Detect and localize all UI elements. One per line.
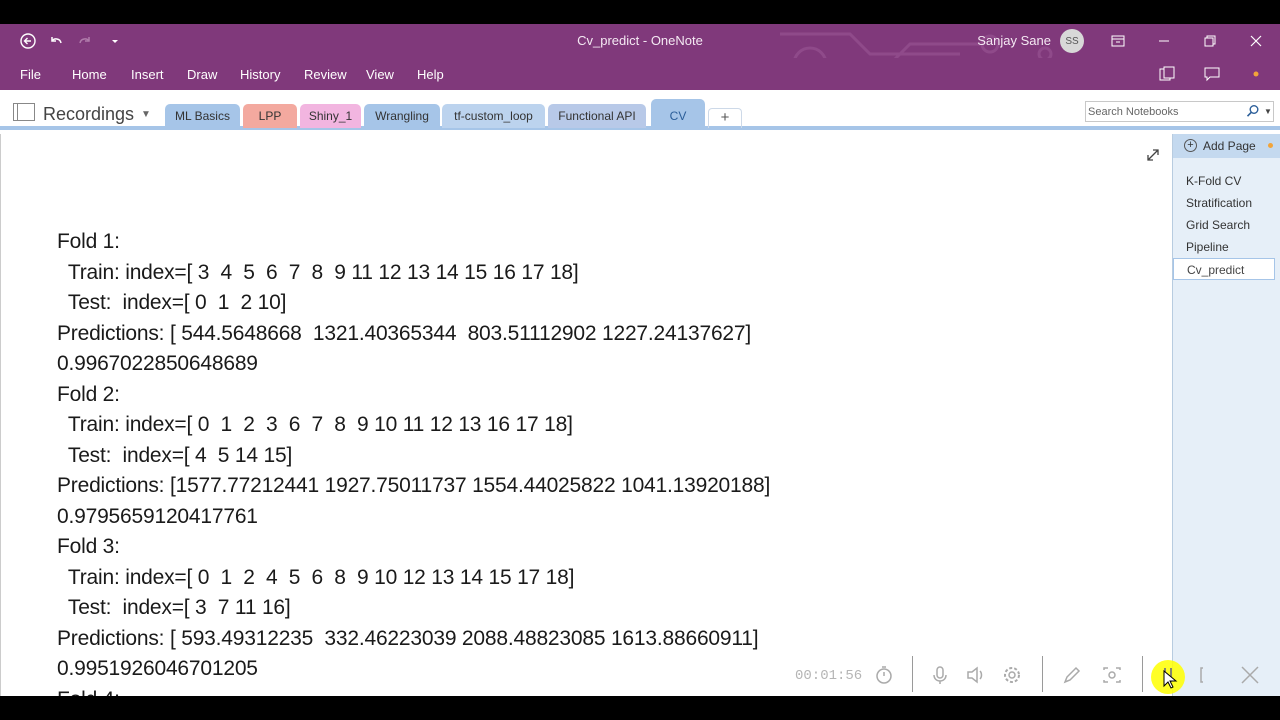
note-line[interactable]: Train: index=[ 0 1 2 4 5 6 8 9 10 12 13 …	[57, 566, 575, 590]
notebook-icon	[13, 103, 35, 121]
ribbon-tabs: File Home Insert Draw History Review Vie…	[0, 58, 1280, 90]
note-line[interactable]: Predictions: [ 544.5648668 1321.40365344…	[57, 322, 751, 346]
note-line[interactable]: Train: index=[ 0 1 2 3 6 7 8 9 10 11 12 …	[57, 413, 573, 437]
tab-view[interactable]: View	[366, 67, 394, 82]
note-line[interactable]: Test: index=[ 4 5 14 15]	[57, 444, 292, 468]
window-title: Cv_predict - OneNote	[577, 33, 703, 48]
section-tab[interactable]: ML Basics	[165, 104, 240, 128]
note-line[interactable]: Test: index=[ 3 7 11 16]	[57, 596, 291, 620]
close-icon	[1250, 35, 1262, 47]
note-line[interactable]: Fold 2:	[57, 383, 120, 407]
onenote-window: Cv_predict - OneNote Sanjay Sane SS File…	[0, 24, 1280, 696]
page-item[interactable]: Grid Search	[1173, 214, 1275, 236]
ribbon-display-icon	[1111, 35, 1125, 47]
tab-home[interactable]: Home	[72, 67, 107, 82]
note-line[interactable]: Test: index=[ 0 1 2 10]	[57, 291, 287, 315]
feedback-button[interactable]	[1244, 64, 1268, 84]
restore-icon	[1204, 35, 1216, 47]
user-name[interactable]: Sanjay Sane	[977, 33, 1051, 48]
avatar[interactable]: SS	[1060, 29, 1084, 53]
page-list-pane: + Add Page K-Fold CV Stratification Grid S…	[1172, 134, 1280, 696]
stopwatch-icon[interactable]	[873, 664, 895, 686]
comment-icon	[1204, 67, 1220, 82]
pages-icon	[1159, 66, 1175, 81]
add-page-button[interactable]: + Add Page	[1173, 134, 1280, 158]
separator	[912, 656, 913, 692]
close-button[interactable]	[1242, 29, 1270, 53]
tab-history[interactable]: History	[240, 67, 280, 82]
note-line[interactable]: Predictions: [ 593.49312235 332.46223039…	[57, 627, 759, 651]
note-line[interactable]: Fold 4:	[57, 688, 120, 697]
search-icon[interactable]	[1246, 104, 1260, 118]
note-line[interactable]: Fold 3:	[57, 535, 120, 559]
title-bar: Cv_predict - OneNote Sanjay Sane SS	[0, 24, 1280, 82]
tab-insert[interactable]: Insert	[131, 67, 164, 82]
mouse-pointer-icon	[1163, 670, 1178, 689]
section-tab[interactable]: Shiny_1	[300, 104, 361, 128]
section-tab[interactable]: Functional API	[548, 104, 646, 128]
ribbon-display-button[interactable]	[1104, 29, 1132, 53]
tab-help[interactable]: Help	[417, 67, 444, 82]
pen-icon[interactable]	[1061, 664, 1083, 686]
section-bar: Recordings ▼ ML Basics LPP Shiny_1 Wranglin…	[0, 90, 1280, 130]
restore-button[interactable]	[1196, 29, 1224, 53]
section-tab[interactable]: Wrangling	[364, 104, 440, 128]
comments-button[interactable]	[1200, 64, 1224, 84]
search-box: ▼	[1085, 101, 1274, 122]
camera-frame-icon[interactable]	[1101, 664, 1123, 686]
page-item[interactable]: K-Fold CV	[1173, 170, 1275, 192]
page-item[interactable]: Stratification	[1173, 192, 1275, 214]
page-item[interactable]: Pipeline	[1173, 236, 1275, 258]
separator	[1042, 656, 1043, 692]
add-section-button[interactable]: +	[708, 108, 742, 128]
tab-draw[interactable]: Draw	[187, 67, 217, 82]
gear-icon[interactable]	[1001, 664, 1023, 686]
tab-review[interactable]: Review	[304, 67, 347, 82]
note-line[interactable]: Train: index=[ 3 4 5 6 7 8 9 11 12 13 14…	[57, 261, 579, 285]
note-line[interactable]: 0.9967022850648689	[57, 352, 258, 376]
add-page-label: Add Page	[1203, 139, 1256, 153]
speaker-icon[interactable]	[965, 664, 987, 686]
expand-icon[interactable]	[1144, 146, 1162, 164]
recorder-toolbar: 00:01:56	[780, 652, 1280, 696]
section-tab[interactable]: tf-custom_loop	[442, 104, 545, 128]
search-input[interactable]	[1088, 104, 1238, 119]
status-dot-icon	[1268, 143, 1273, 148]
chevron-down-icon[interactable]: ▼	[1264, 107, 1272, 116]
close-recorder-icon[interactable]	[1239, 664, 1261, 686]
add-icon: +	[1184, 139, 1197, 152]
separator	[1142, 656, 1143, 692]
notebook-name[interactable]: Recordings	[43, 104, 134, 125]
page-canvas[interactable]: Fold 1: Train: index=[ 3 4 5 6 7 8 9 11 …	[0, 134, 1172, 696]
notebook-list-button[interactable]	[1156, 64, 1180, 84]
minimize-icon	[1159, 40, 1169, 42]
section-tab[interactable]: CV	[651, 99, 705, 128]
chevron-down-icon[interactable]: ▼	[141, 109, 151, 120]
page-item[interactable]: Cv_predict	[1173, 258, 1275, 280]
tab-file[interactable]: File	[20, 67, 41, 82]
microphone-icon[interactable]	[929, 664, 951, 686]
notification-dot-icon	[1253, 71, 1259, 77]
stop-icon[interactable]	[1195, 664, 1217, 686]
note-line[interactable]: 0.9951926046701205	[57, 657, 258, 681]
minimize-button[interactable]	[1150, 29, 1178, 53]
note-line[interactable]: Fold 1:	[57, 230, 120, 254]
note-line[interactable]: Predictions: [1577.77212441 1927.7501173…	[57, 474, 770, 498]
section-tab[interactable]: LPP	[243, 104, 297, 128]
note-line[interactable]: 0.9795659120417761	[57, 505, 258, 529]
recording-timer: 00:01:56	[795, 668, 863, 684]
